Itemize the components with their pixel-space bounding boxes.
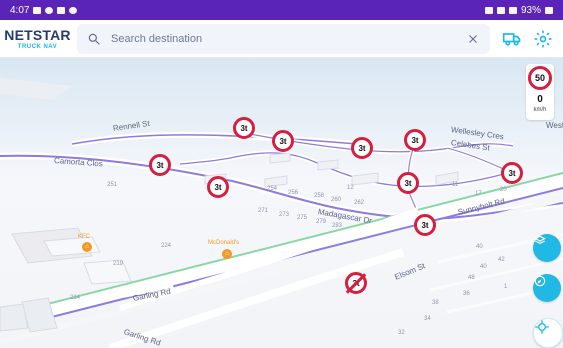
cloud-icon	[57, 6, 66, 14]
weight-limit-crossed-badge[interactable]: 3t	[345, 272, 367, 294]
current-speed: 0	[537, 94, 543, 105]
house-number: 38	[432, 300, 439, 306]
layers-icon	[534, 235, 546, 244]
weight-limit-badge[interactable]: 3t	[233, 117, 255, 139]
house-number: 260	[331, 197, 342, 203]
house-number: 48	[468, 275, 475, 281]
netstar-logo: NETSTAR TRUCK NAV	[4, 28, 70, 50]
house-number: 34	[424, 316, 431, 322]
mail-icon	[45, 6, 54, 14]
weight-limit-badge[interactable]: 3t	[272, 130, 294, 152]
kfc-label: KFC	[78, 234, 90, 240]
crosshair-icon	[535, 320, 549, 334]
recenter-button[interactable]	[533, 318, 563, 348]
house-number: 283	[332, 223, 343, 229]
search-icon	[88, 33, 100, 45]
location-icon	[496, 6, 505, 14]
house-number: 40	[480, 264, 487, 270]
map-view[interactable]: Rennell St Camorta Clos Wellesley Cres C…	[0, 58, 563, 348]
brand-title: NETSTAR	[4, 26, 71, 43]
speed-limit-sign: 50	[528, 66, 552, 90]
notification-icon	[33, 6, 42, 14]
weight-limit-badge[interactable]: 3t	[207, 176, 229, 198]
house-number: 279	[316, 219, 327, 225]
search-box[interactable]	[77, 24, 490, 54]
dot-icon	[69, 6, 78, 14]
status-right: 93%	[484, 4, 553, 16]
speed-unit: km/h	[533, 107, 547, 113]
house-number: 262	[354, 200, 365, 206]
weight-limit-badge[interactable]: 3t	[351, 137, 373, 159]
brand-subtitle: TRUCK NAV	[17, 43, 58, 50]
compass-button[interactable]	[533, 274, 561, 302]
house-number: 251	[107, 182, 118, 188]
weight-limit-badge[interactable]: 3t	[397, 172, 419, 194]
signal-icon	[508, 6, 517, 14]
kfc-icon[interactable]: ⌂	[82, 242, 92, 252]
battery-icon	[545, 6, 553, 14]
house-number: 42	[498, 257, 505, 263]
layers-button[interactable]	[533, 234, 561, 262]
house-number: 12	[347, 185, 354, 191]
weight-limit-badge[interactable]: 3t	[414, 214, 436, 236]
close-icon[interactable]	[466, 32, 480, 46]
house-number: 11	[452, 182, 459, 188]
house-number: 271	[258, 208, 269, 214]
compass-icon	[534, 275, 546, 287]
house-number: 254	[267, 186, 278, 192]
status-left: 4:07	[10, 4, 78, 16]
house-number: 273	[279, 212, 290, 218]
house-number: 20	[500, 187, 507, 193]
house-number: 32	[398, 330, 405, 336]
house-number: 224	[161, 243, 172, 249]
battery-label: 93%	[520, 4, 541, 16]
weight-limit-badge[interactable]: 3t	[404, 129, 426, 151]
house-number: 40	[476, 244, 483, 250]
mcdonalds-label: McDonald's	[208, 240, 240, 246]
status-bar: 4:07 93%	[0, 0, 563, 20]
house-number: 214	[70, 295, 81, 301]
house-number: 17	[475, 191, 482, 197]
house-number: 275	[297, 215, 308, 221]
mcdonalds-icon[interactable]: ⌂	[222, 249, 232, 259]
house-number: 258	[314, 193, 325, 199]
house-number: 36	[463, 291, 470, 297]
weight-limit-badge[interactable]: 3t	[149, 154, 171, 176]
house-number: 256	[288, 190, 299, 196]
street-west: West	[546, 121, 563, 130]
search-input[interactable]	[109, 32, 466, 46]
status-time: 4:07	[10, 4, 30, 16]
top-bar: NETSTAR TRUCK NAV	[0, 20, 563, 58]
house-number: 219	[113, 261, 124, 267]
house-number: 1	[504, 284, 508, 290]
settings-button[interactable]	[533, 29, 553, 49]
weight-limit-badge[interactable]: 3t	[501, 162, 523, 184]
truck-button[interactable]	[501, 29, 523, 49]
speed-panel: 50 0 km/h	[526, 64, 554, 120]
bluetooth-icon	[484, 6, 493, 14]
